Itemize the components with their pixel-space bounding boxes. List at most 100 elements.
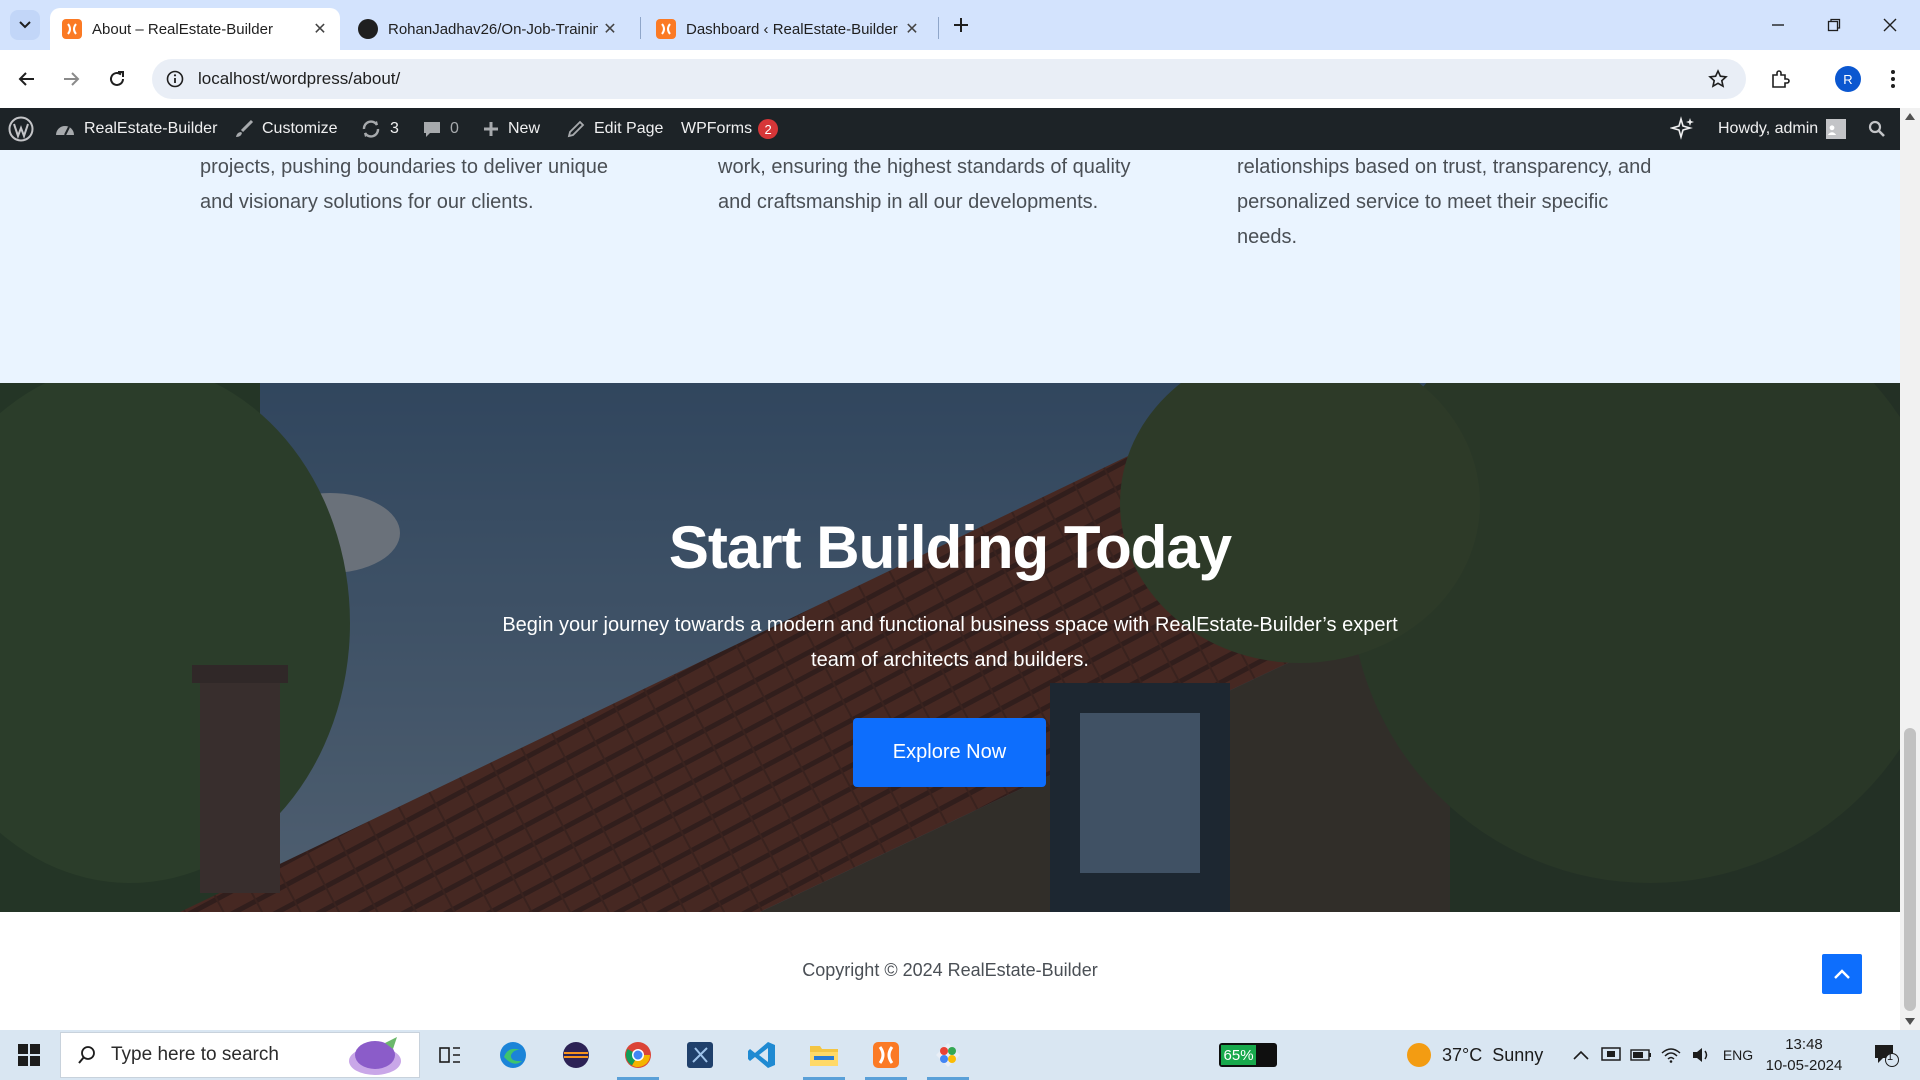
value-text-line: relationships based on trust, transparen… bbox=[1237, 156, 1652, 178]
tab-github[interactable]: RohanJadhav26/On-Job-Trainin ✕ bbox=[346, 8, 630, 50]
reload-icon bbox=[110, 71, 124, 86]
address-bar[interactable]: localhost/wordpress/about/ bbox=[152, 59, 1746, 99]
tray-wifi-button[interactable] bbox=[1658, 1030, 1684, 1080]
sparkle-icon bbox=[1670, 116, 1694, 140]
edit-page-label: Edit Page bbox=[594, 120, 664, 137]
tray-volume-button[interactable] bbox=[1688, 1030, 1714, 1080]
snipping-tool-app-button[interactable] bbox=[671, 1030, 729, 1080]
battery-widget[interactable]: 65% bbox=[1219, 1043, 1277, 1067]
browser-menu-button[interactable] bbox=[1878, 64, 1908, 94]
value-text-line: and craftsmanship in all our development… bbox=[718, 191, 1099, 213]
start-button[interactable] bbox=[0, 1030, 58, 1080]
wpforms-menu[interactable]: WPForms 2 bbox=[681, 108, 779, 150]
weather-temperature: 37°C bbox=[1442, 1044, 1483, 1065]
explore-now-button[interactable]: Explore Now bbox=[853, 718, 1046, 787]
edge-icon bbox=[500, 1042, 526, 1068]
tab-about[interactable]: About – RealEstate-Builder ✕ bbox=[50, 8, 340, 50]
forward-button[interactable] bbox=[56, 64, 86, 94]
page-scrollbar[interactable] bbox=[1900, 108, 1920, 1030]
values-section: projects, pushing boundaries to deliver … bbox=[0, 150, 1900, 383]
taskbar-clock[interactable]: 13:48 10-05-2024 bbox=[1764, 1034, 1844, 1076]
extensions-button[interactable] bbox=[1765, 64, 1795, 94]
new-tab-button[interactable] bbox=[948, 12, 974, 38]
adminbar-search-button[interactable] bbox=[1868, 108, 1894, 150]
tab-search-button[interactable] bbox=[10, 10, 40, 40]
wp-logo-menu[interactable] bbox=[8, 108, 42, 150]
task-view-icon bbox=[439, 1047, 460, 1063]
wpforms-label: WPForms bbox=[681, 120, 753, 137]
close-tab-icon[interactable]: ✕ bbox=[900, 17, 924, 41]
value-column-1: projects, pushing boundaries to deliver … bbox=[200, 150, 670, 220]
close-icon bbox=[1883, 18, 1897, 32]
weather-widget[interactable]: 37°C Sunny bbox=[1406, 1030, 1543, 1080]
language-indicator[interactable]: ENG bbox=[1718, 1030, 1758, 1080]
tray-meet-now-button[interactable] bbox=[1598, 1030, 1624, 1080]
ai-assistant-button[interactable] bbox=[1670, 108, 1704, 150]
xampp-app-button[interactable] bbox=[857, 1030, 915, 1080]
task-view-button[interactable] bbox=[421, 1030, 479, 1080]
close-window-button[interactable] bbox=[1862, 0, 1918, 50]
tray-battery-button[interactable] bbox=[1628, 1030, 1654, 1080]
notification-count: 1 bbox=[1887, 1051, 1894, 1063]
updates-link[interactable]: 3 bbox=[360, 108, 399, 150]
updates-count: 3 bbox=[390, 120, 399, 137]
cta-description-line: team of architects and builders. bbox=[811, 649, 1089, 671]
scrollbar-thumb[interactable] bbox=[1904, 728, 1916, 1011]
chevron-down-icon bbox=[19, 21, 31, 29]
folder-icon bbox=[810, 1046, 838, 1066]
paint-app-button[interactable] bbox=[919, 1030, 977, 1080]
scroll-down-arrow-icon[interactable] bbox=[1905, 1018, 1915, 1026]
monitor-icon bbox=[1601, 1047, 1621, 1061]
cta-section: Start Building Today Begin your journey … bbox=[0, 383, 1900, 912]
eclipse-app-button[interactable] bbox=[547, 1030, 605, 1080]
show-hidden-icons-button[interactable] bbox=[1568, 1030, 1594, 1080]
bookmark-star-icon[interactable] bbox=[1706, 67, 1730, 91]
tab-title: RohanJadhav26/On-Job-Trainin bbox=[388, 20, 598, 38]
reload-button[interactable] bbox=[102, 64, 132, 94]
scroll-up-arrow-icon[interactable] bbox=[1905, 112, 1915, 120]
comments-link[interactable]: 0 bbox=[422, 108, 459, 150]
close-tab-icon[interactable]: ✕ bbox=[308, 17, 332, 41]
edit-page-link[interactable]: Edit Page bbox=[566, 108, 663, 150]
browser-tab-strip: About – RealEstate-Builder ✕ RohanJadhav… bbox=[0, 0, 1920, 50]
vscode-icon bbox=[748, 1042, 775, 1068]
minimize-button[interactable] bbox=[1750, 0, 1806, 50]
chevron-up-icon bbox=[1573, 1050, 1589, 1060]
page-content: projects, pushing boundaries to deliver … bbox=[0, 150, 1900, 1030]
close-tab-icon[interactable]: ✕ bbox=[598, 17, 622, 41]
chrome-app-button[interactable] bbox=[609, 1030, 667, 1080]
github-icon bbox=[358, 19, 378, 39]
tab-dashboard[interactable]: Dashboard ‹ RealEstate-Builder ✕ bbox=[644, 8, 932, 50]
file-explorer-app-button[interactable] bbox=[795, 1030, 853, 1080]
chevron-up-icon bbox=[1834, 969, 1850, 979]
wpforms-notification-badge: 2 bbox=[758, 119, 779, 139]
restore-button[interactable] bbox=[1806, 0, 1862, 50]
site-footer: Copyright © 2024 RealEstate-Builder bbox=[0, 912, 1900, 1030]
pencil-icon bbox=[567, 120, 585, 138]
vscode-app-button[interactable] bbox=[733, 1030, 791, 1080]
clock-date: 10-05-2024 bbox=[1765, 1057, 1843, 1074]
site-name-menu[interactable]: RealEstate-Builder bbox=[54, 108, 217, 150]
customize-link[interactable]: Customize bbox=[234, 108, 338, 150]
new-content-menu[interactable]: New bbox=[482, 108, 540, 150]
search-icon bbox=[1868, 120, 1885, 137]
back-to-top-button[interactable] bbox=[1822, 954, 1862, 994]
comments-count: 0 bbox=[450, 120, 459, 137]
plus-icon bbox=[484, 122, 498, 136]
puzzle-icon bbox=[1772, 70, 1790, 88]
profile-avatar[interactable]: R bbox=[1835, 66, 1861, 92]
value-text-line: needs. bbox=[1237, 226, 1298, 248]
tab-title: About – RealEstate-Builder bbox=[92, 20, 273, 38]
user-avatar-icon bbox=[1826, 119, 1847, 139]
dashboard-gauge-icon bbox=[56, 126, 74, 136]
xampp-icon bbox=[656, 19, 676, 39]
back-button[interactable] bbox=[12, 64, 42, 94]
account-menu[interactable]: Howdy, admin bbox=[1718, 108, 1847, 150]
site-info-icon[interactable] bbox=[164, 68, 186, 90]
url-text[interactable]: localhost/wordpress/about/ bbox=[198, 69, 400, 89]
sun-icon bbox=[1407, 1043, 1431, 1067]
copyright-text: Copyright © 2024 RealEstate-Builder bbox=[802, 960, 1098, 980]
edge-app-button[interactable] bbox=[484, 1030, 542, 1080]
taskbar-search-box[interactable]: Type here to search bbox=[60, 1032, 420, 1078]
notification-center-button[interactable]: 1 bbox=[1866, 1030, 1906, 1080]
